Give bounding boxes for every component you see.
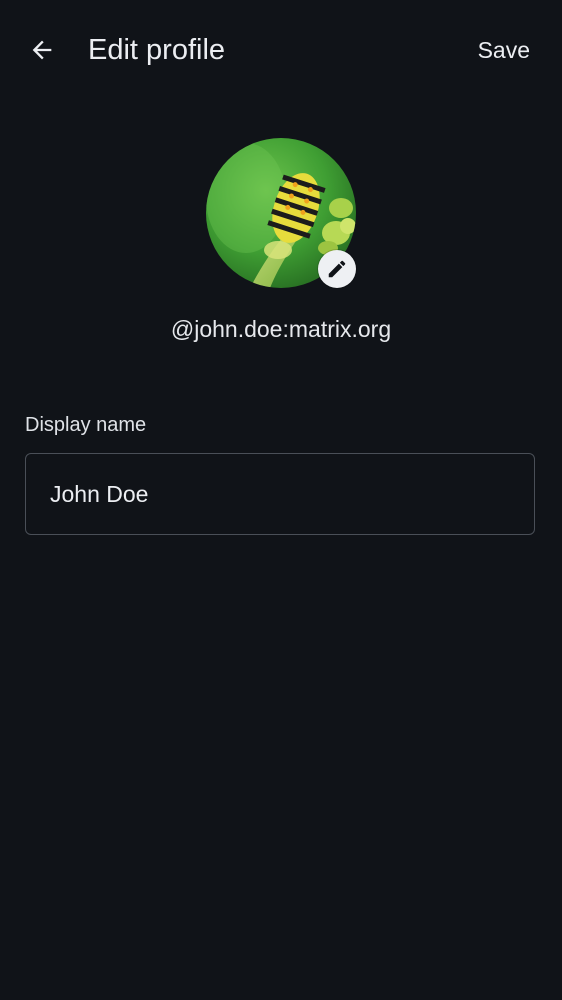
user-id: @john.doe:matrix.org xyxy=(170,316,392,342)
arrow-back-icon xyxy=(32,40,52,60)
back-button[interactable] xyxy=(20,28,64,72)
edit-profile-screen: Edit profile Save @john.doe:matrix.org D… xyxy=(0,0,562,1000)
avatar-container xyxy=(206,138,356,288)
edit-avatar-button[interactable] xyxy=(318,250,356,288)
top-app-bar: Edit profile Save xyxy=(0,0,562,100)
display-name-label: Display name xyxy=(25,414,147,436)
save-button[interactable]: Save xyxy=(478,33,530,67)
display-name-input[interactable] xyxy=(26,454,534,534)
page-title: Edit profile xyxy=(88,34,226,66)
pencil-icon xyxy=(328,260,346,278)
display-name-field xyxy=(25,453,535,535)
